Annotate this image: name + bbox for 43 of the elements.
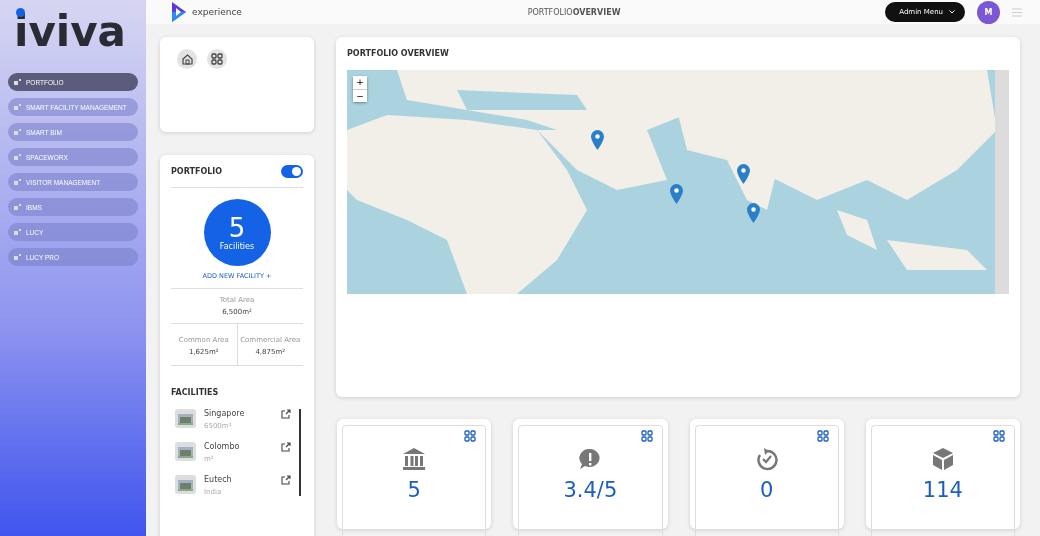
module-icon — [14, 129, 21, 135]
map-pin-icon[interactable] — [747, 203, 760, 223]
map-pin-icon[interactable] — [737, 164, 750, 184]
grid-icon[interactable] — [640, 430, 653, 442]
caret-icon — [949, 10, 955, 14]
module-icon — [14, 254, 21, 260]
page-title: PORTFOLIOOVERVIEW — [527, 7, 622, 17]
module-icon — [14, 204, 21, 210]
zoom-out-button[interactable]: − — [353, 89, 367, 102]
iviva-logo: iviva — [14, 6, 126, 58]
module-icon — [14, 179, 21, 185]
external-link-icon[interactable] — [281, 409, 291, 419]
grid-icon[interactable] — [464, 430, 477, 442]
stat-value: 114 — [922, 478, 963, 502]
facility-name: Colombo — [204, 442, 241, 451]
toggle-switch[interactable] — [281, 164, 303, 178]
map-pin-icon[interactable] — [670, 184, 683, 204]
module-icon — [14, 104, 21, 110]
zoom-in-button[interactable]: + — [353, 76, 367, 89]
brand-name: experience — [192, 7, 242, 17]
bank-icon — [401, 446, 428, 472]
module-icon — [14, 79, 21, 85]
section-title: PORTFOLIO — [171, 166, 223, 176]
home-button[interactable] — [177, 49, 197, 69]
stat-value: 0 — [759, 478, 774, 502]
grid-icon — [211, 53, 223, 65]
module-icon — [14, 229, 21, 235]
section-title: FACILITIES — [171, 388, 219, 397]
facility-name: Eutech — [204, 475, 233, 484]
external-link-icon[interactable] — [281, 442, 291, 452]
facility-count-circle: 5 Facilities — [203, 199, 271, 266]
module-icon — [14, 154, 21, 160]
map-pin-icon[interactable] — [591, 130, 604, 150]
facility-name: Singapore — [204, 409, 246, 418]
grid-icon[interactable] — [816, 430, 829, 442]
user-avatar[interactable]: M — [977, 0, 1000, 24]
external-link-icon[interactable] — [281, 475, 291, 485]
section-title: PORTFOLIO OVERVIEW — [347, 49, 449, 58]
home-icon — [181, 53, 193, 65]
stat-value: 3.4/5 — [563, 478, 618, 502]
stat-value: 5 — [407, 478, 421, 502]
grid-icon[interactable] — [993, 430, 1005, 442]
dashboard-button[interactable] — [207, 49, 227, 69]
